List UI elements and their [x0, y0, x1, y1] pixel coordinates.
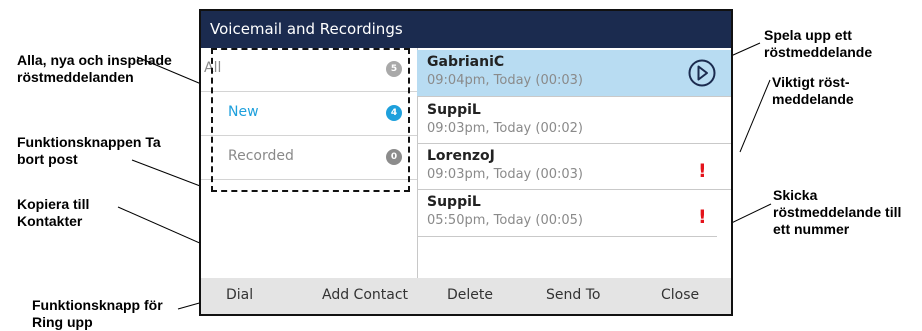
message-time: 05:50pm, Today (00:05): [427, 213, 583, 228]
message-row-2[interactable]: SuppiL 09:03pm, Today (00:02): [417, 98, 731, 144]
filter-highlight-box: [211, 48, 410, 192]
dial-softkey[interactable]: Dial: [226, 287, 253, 303]
urgent-icon: !: [698, 206, 707, 228]
add-contact-softkey[interactable]: Add Contact: [322, 287, 408, 303]
message-time: 09:04pm, Today (00:03): [427, 73, 583, 88]
message-row-3[interactable]: LorenzoJ 09:03pm, Today (00:03) !: [417, 144, 731, 190]
message-sender: LorenzoJ: [427, 148, 495, 164]
message-time: 09:03pm, Today (00:03): [427, 167, 583, 182]
message-time: 09:03pm, Today (00:02): [427, 121, 583, 136]
message-row-4[interactable]: SuppiL 05:50pm, Today (00:05) !: [417, 190, 731, 236]
row-divider: [417, 236, 717, 237]
delete-softkey[interactable]: Delete: [447, 287, 493, 303]
callout-all-new-recorded: Alla, nya och inspelade röstmeddelanden: [17, 52, 172, 85]
row-divider: [417, 96, 731, 97]
softkey-bar: Dial Add Contact Delete Send To Close: [201, 278, 731, 314]
message-sender: SuppiL: [427, 102, 481, 118]
callout-dial-softkey: Funktionsknapp för Ring upp: [32, 297, 163, 330]
callout-delete-softkey: Funktionsknappen Ta bort post: [17, 134, 161, 167]
send-to-softkey[interactable]: Send To: [546, 287, 600, 303]
screen-title: Voicemail and Recordings: [201, 11, 731, 48]
message-list: GabrianiC 09:04pm, Today (00:03) SuppiL …: [417, 48, 731, 278]
message-sender: GabrianiC: [427, 54, 505, 70]
callout-copy-to-contacts: Kopiera till Kontakter: [17, 196, 90, 229]
callout-play-voicemail: Spela upp ett röstmeddelande: [764, 27, 873, 60]
message-sender: SuppiL: [427, 194, 481, 210]
play-circle-icon[interactable]: [687, 58, 717, 88]
callout-important-voicemail: Viktigt röst-meddelande: [772, 74, 854, 107]
callout-line-important: [739, 79, 771, 153]
message-row-1[interactable]: GabrianiC 09:04pm, Today (00:03): [417, 50, 731, 96]
close-softkey[interactable]: Close: [661, 287, 699, 303]
urgent-icon: !: [698, 160, 707, 182]
callout-send-to-number: Skicka röstmeddelande till ett nummer: [773, 187, 902, 237]
